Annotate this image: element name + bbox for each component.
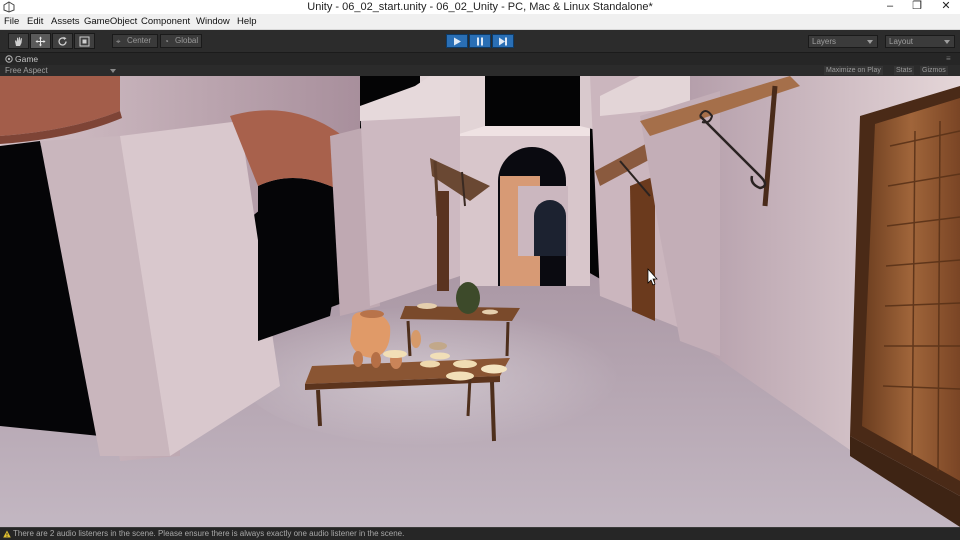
rotate-tool-button[interactable] — [52, 33, 73, 49]
menu-help[interactable]: Help — [237, 15, 257, 28]
chevron-down-icon — [944, 40, 950, 44]
maximize-on-play-toggle[interactable]: Maximize on Play — [824, 66, 883, 75]
game-view-toolbar: Free Aspect Maximize on Play Stats Gizmo… — [0, 65, 960, 76]
layers-dropdown[interactable]: Layers — [808, 35, 878, 48]
game-icon — [5, 55, 13, 63]
hand-icon — [15, 37, 22, 46]
chevron-down-icon — [867, 40, 873, 44]
menu-assets[interactable]: Assets — [51, 15, 80, 28]
layers-label: Layers — [812, 37, 837, 46]
editor-toolbar: ⌖ Center ◔ Global Layers Layout — [0, 30, 960, 53]
move-icon — [35, 36, 46, 47]
step-button[interactable] — [492, 34, 514, 48]
hand-tool-button[interactable] — [8, 33, 29, 49]
close-button[interactable]: ✕ — [932, 0, 960, 14]
play-button[interactable] — [446, 34, 468, 48]
play-icon — [454, 37, 461, 46]
rotate-icon — [58, 36, 67, 46]
tab-game[interactable]: Game — [2, 53, 62, 65]
minimize-button[interactable]: – — [880, 0, 900, 14]
status-message: There are 2 audio listeners in the scene… — [13, 529, 405, 538]
layout-dropdown[interactable]: Layout — [885, 35, 955, 48]
stats-toggle[interactable]: Stats — [894, 66, 914, 75]
menu-bar: File Edit Assets GameObject Component Wi… — [0, 14, 960, 30]
menu-component[interactable]: Component — [141, 15, 190, 28]
tab-game-label: Game — [15, 54, 39, 64]
menu-gameobject[interactable]: GameObject — [84, 15, 137, 28]
pause-icon — [477, 37, 483, 46]
pivot-label: Center — [127, 36, 152, 45]
menu-edit[interactable]: Edit — [27, 15, 43, 28]
window-title-bar: Unity - 06_02_start.unity - 06_02_Unity … — [0, 0, 960, 14]
global-icon: ◔ — [164, 37, 169, 46]
game-viewport[interactable] — [0, 76, 960, 527]
window-title: Unity - 06_02_start.unity - 06_02_Unity … — [307, 1, 653, 13]
tab-menu-icon[interactable]: ≡ — [946, 55, 956, 63]
menu-window[interactable]: Window — [196, 15, 230, 28]
scale-tool-button[interactable] — [74, 33, 95, 49]
gizmos-dropdown[interactable]: Gizmos — [920, 66, 948, 75]
scale-icon — [79, 36, 90, 47]
step-icon — [499, 37, 507, 46]
pause-button[interactable] — [469, 34, 491, 48]
pivot-icon: ⌖ — [116, 37, 121, 46]
game-tab-bar: Game ≡ — [0, 53, 960, 65]
layout-label: Layout — [889, 37, 914, 46]
pivot-global-toggle[interactable]: ◔ Global — [160, 34, 202, 48]
menu-file[interactable]: File — [4, 15, 19, 28]
move-tool-button[interactable] — [30, 33, 51, 49]
global-label: Global — [175, 36, 199, 45]
maximize-button[interactable]: ❐ — [906, 0, 928, 14]
warning-icon — [3, 530, 11, 538]
game-scene-render — [0, 76, 960, 527]
console-status-bar[interactable]: There are 2 audio listeners in the scene… — [0, 527, 960, 540]
aspect-dropdown[interactable]: Free Aspect — [5, 65, 48, 76]
pivot-center-toggle[interactable]: ⌖ Center — [112, 34, 158, 48]
chevron-down-icon — [110, 69, 116, 73]
